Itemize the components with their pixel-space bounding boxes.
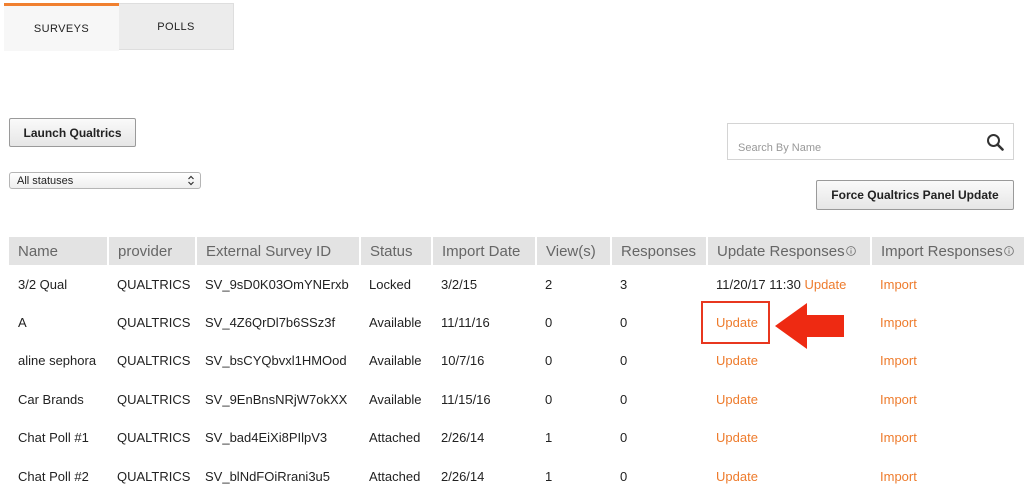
cell-external-id: SV_bsCYQbvxl1HMOod <box>205 353 347 369</box>
table-row: Chat Poll #1 QUALTRICS SV_bad4EiXi8PIlpV… <box>9 419 1024 457</box>
cell-import-date: 11/15/16 <box>441 391 491 407</box>
import-responses-label: Import Responses <box>881 242 1003 260</box>
cell-views: 1 <box>545 468 553 484</box>
cell-status: Locked <box>369 276 411 292</box>
cell-import-date: 3/2/15 <box>441 276 478 292</box>
import-link[interactable]: Import <box>880 353 917 368</box>
column-header-import-responses[interactable]: Import Responses <box>871 237 1024 265</box>
cell-name: A <box>18 315 27 331</box>
cell-name: 3/2 Qual <box>18 276 68 292</box>
update-link[interactable]: Update <box>716 469 758 484</box>
cell-provider: QUALTRICS <box>117 430 191 446</box>
select-chevron-icon <box>188 175 194 186</box>
table-row: aline sephora QUALTRICS SV_bsCYQbvxl1HMO… <box>9 342 1024 380</box>
highlight-box <box>701 301 770 344</box>
cell-import: Import <box>871 342 1024 380</box>
update-responses-label: Update Responses <box>717 242 845 260</box>
search-icon[interactable] <box>986 133 1004 151</box>
cell-provider: QUALTRICS <box>117 276 191 292</box>
column-header-import-date[interactable]: Import Date <box>432 237 537 265</box>
cell-update: Update <box>707 457 871 484</box>
cell-status: Attached <box>369 468 421 484</box>
cell-import-date: 2/26/14 <box>441 430 485 446</box>
cell-name: Car Brands <box>18 391 84 407</box>
cell-update: Update <box>707 419 871 457</box>
cell-responses: 0 <box>620 353 628 369</box>
cell-status: Available <box>369 391 422 407</box>
search-box <box>727 123 1014 160</box>
column-header-update-responses[interactable]: Update Responses <box>707 237 872 265</box>
tab-polls[interactable]: POLLS <box>119 3 234 50</box>
column-header-status[interactable]: Status <box>360 237 433 265</box>
launch-qualtrics-button[interactable]: Launch Qualtrics <box>9 118 136 147</box>
import-link[interactable]: Import <box>880 469 917 484</box>
cell-provider: QUALTRICS <box>117 468 191 484</box>
cell-responses: 0 <box>620 391 628 407</box>
cell-import: Import <box>871 265 1024 303</box>
table-row: 3/2 Qual QUALTRICS SV_9sD0K03OmYNErxb Lo… <box>9 265 1024 303</box>
update-timestamp: 11/20/17 11:30 <box>716 276 801 292</box>
cell-responses: 3 <box>620 276 628 292</box>
update-link[interactable]: Update <box>716 430 758 445</box>
cell-views: 0 <box>545 391 553 407</box>
table-row: Car Brands QUALTRICS SV_9EnBnsNRjW7okXX … <box>9 380 1024 418</box>
import-link[interactable]: Import <box>880 392 917 407</box>
cell-name: Chat Poll #2 <box>18 468 89 484</box>
update-link[interactable]: Update <box>804 277 846 292</box>
cell-import: Import <box>871 457 1024 484</box>
info-icon[interactable] <box>845 246 856 256</box>
column-header-name[interactable]: Name <box>9 237 109 265</box>
info-icon[interactable] <box>1003 246 1014 256</box>
update-link[interactable]: Update <box>716 392 758 407</box>
cell-responses: 0 <box>620 430 628 446</box>
cell-provider: QUALTRICS <box>117 315 191 331</box>
status-filter-select[interactable]: All statuses <box>9 172 201 189</box>
cell-import: Import <box>871 303 1024 341</box>
search-input[interactable] <box>728 124 978 159</box>
cell-external-id: SV_9EnBnsNRjW7okXX <box>205 391 348 407</box>
column-header-views[interactable]: View(s) <box>536 237 612 265</box>
import-link[interactable]: Import <box>880 430 917 445</box>
cell-import-date: 11/11/16 <box>441 315 490 331</box>
table-row: A QUALTRICS SV_4Z6QrDl7b6SSz3f Available… <box>9 303 1024 341</box>
cell-name: aline sephora <box>18 353 97 369</box>
cell-update: 11/20/17 11:30 Update <box>707 265 871 303</box>
cell-views: 0 <box>545 353 553 369</box>
cell-views: 0 <box>545 315 553 331</box>
import-link[interactable]: Import <box>880 277 917 292</box>
table-header-row: Name provider External Survey ID Status … <box>9 237 1024 265</box>
cell-views: 1 <box>545 430 553 446</box>
update-link[interactable]: Update <box>716 353 758 368</box>
cell-status: Attached <box>369 430 421 446</box>
cell-external-id: SV_9sD0K03OmYNErxb <box>205 276 349 292</box>
cell-external-id: SV_4Z6QrDl7b6SSz3f <box>205 315 336 331</box>
import-link[interactable]: Import <box>880 315 917 330</box>
cell-import-date: 2/26/14 <box>441 468 485 484</box>
cell-import: Import <box>871 380 1024 418</box>
column-header-external-id[interactable]: External Survey ID <box>196 237 361 265</box>
cell-name: Chat Poll #1 <box>18 430 89 446</box>
force-panel-update-button[interactable]: Force Qualtrics Panel Update <box>816 180 1014 210</box>
cell-responses: 0 <box>620 468 628 484</box>
cell-status: Available <box>369 353 422 369</box>
cell-status: Available <box>369 315 422 331</box>
table-row: Chat Poll #2 QUALTRICS SV_blNdFOiRrani3u… <box>9 457 1024 484</box>
cell-import: Import <box>871 419 1024 457</box>
cell-import-date: 10/7/16 <box>441 353 485 369</box>
cell-views: 2 <box>545 276 553 292</box>
tab-surveys[interactable]: SURVEYS <box>4 3 119 51</box>
red-arrow-icon <box>775 303 844 349</box>
cell-external-id: SV_bad4EiXi8PIlpV3 <box>205 430 328 446</box>
cell-provider: QUALTRICS <box>117 353 191 369</box>
cell-responses: 0 <box>620 315 628 331</box>
column-header-provider[interactable]: provider <box>108 237 197 265</box>
surveys-table: Name provider External Survey ID Status … <box>9 237 1024 484</box>
cell-external-id: SV_blNdFOiRrani3u5 <box>205 468 331 484</box>
status-filter-value: All statuses <box>17 174 74 187</box>
cell-provider: QUALTRICS <box>117 391 191 407</box>
cell-update: Update <box>707 380 871 418</box>
column-header-responses[interactable]: Responses <box>611 237 708 265</box>
